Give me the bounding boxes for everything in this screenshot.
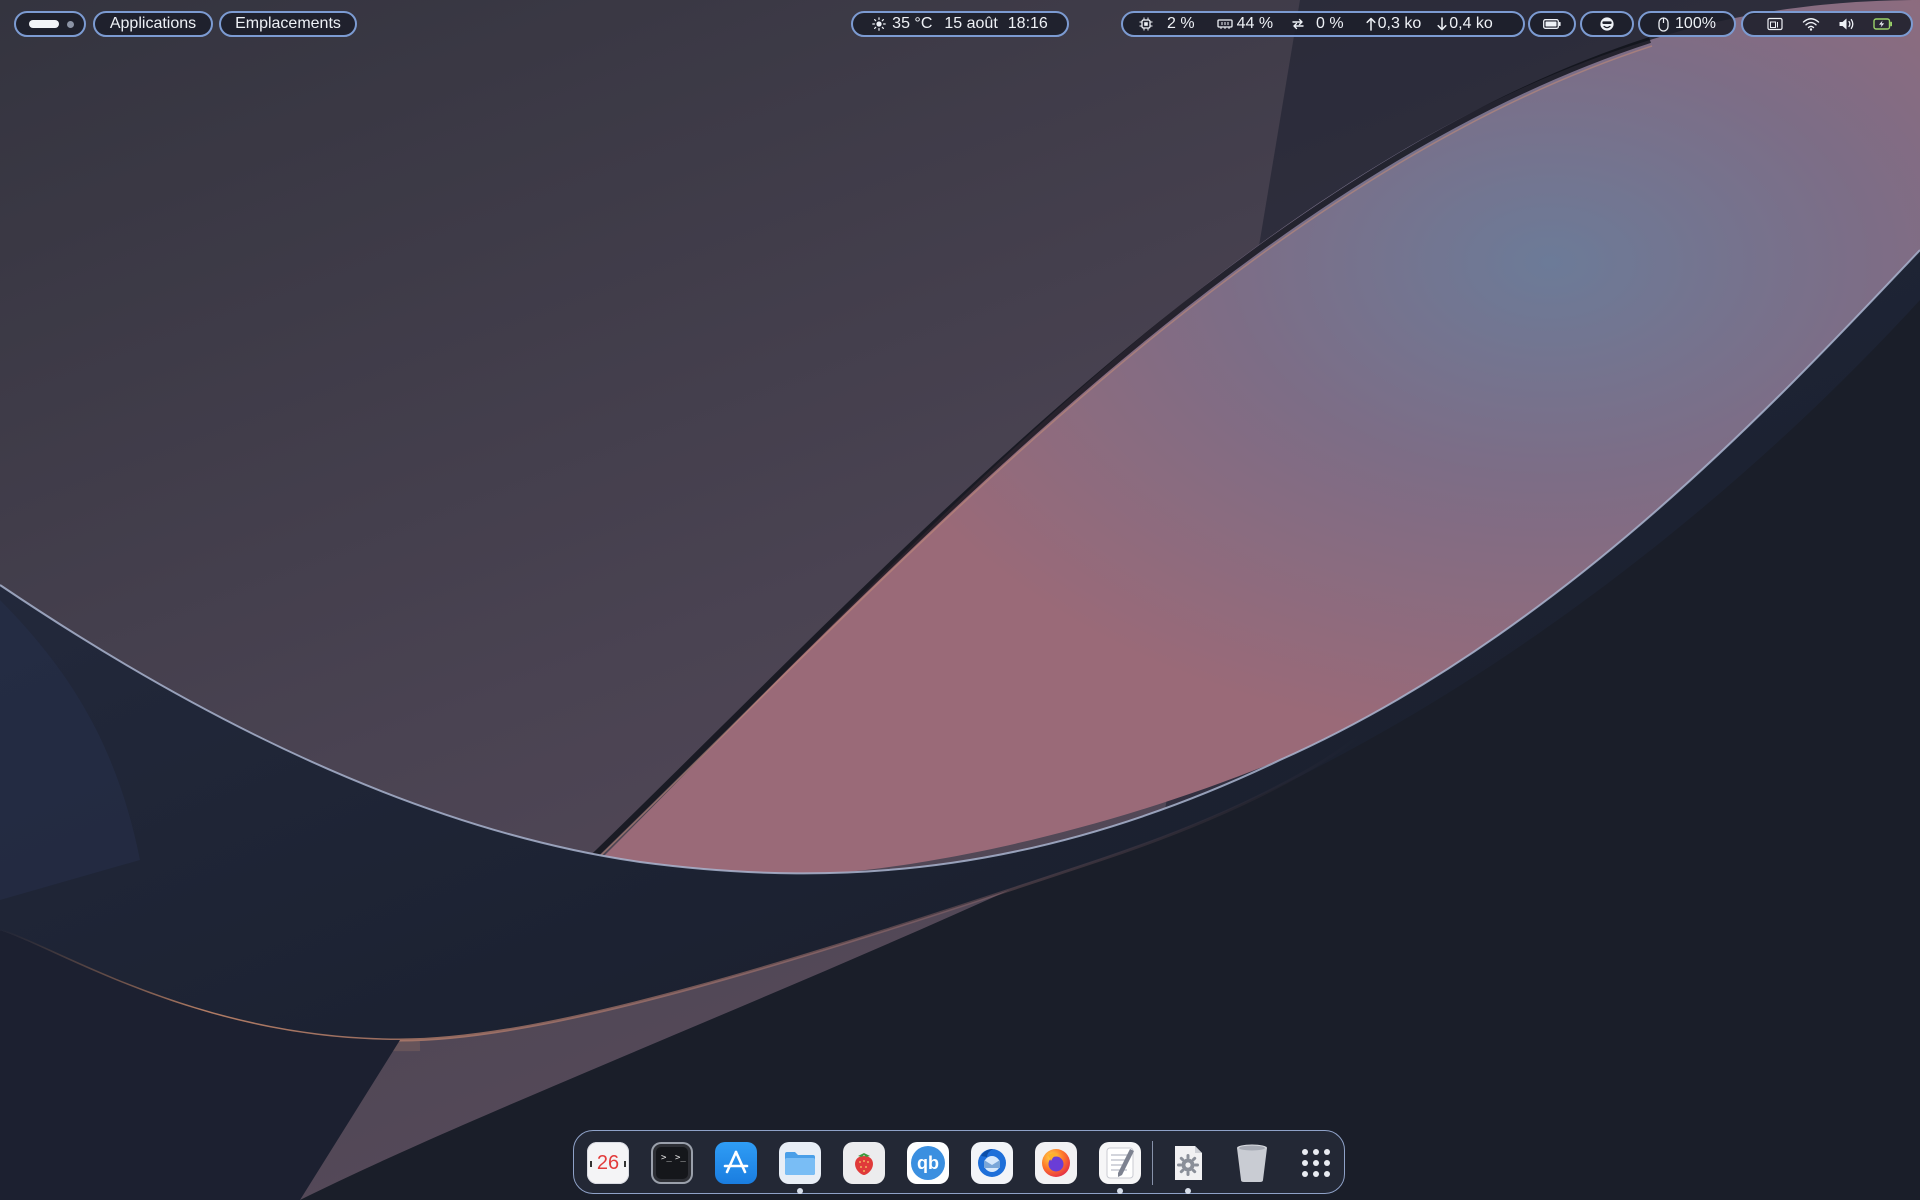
app-store-icon [715,1142,757,1184]
svg-text:>_: >_ [661,1153,672,1163]
memory-icon [1216,18,1233,30]
weather-temperature: 35 °C [892,15,933,32]
swap-usage: 0 % [1316,15,1344,32]
calendar-day: 26 [596,1151,620,1174]
running-indicator [1185,1188,1191,1194]
dock-item-text-editor[interactable] [1098,1141,1142,1194]
face-icon [1599,16,1615,32]
dock-item-firefox[interactable] [1034,1141,1078,1185]
mouse-icon [1658,16,1669,32]
firefox-icon [1035,1142,1077,1184]
workspace-indicator[interactable] [14,11,86,37]
desktop[interactable]: Applications Emplacements 35 °C 15 août … [0,0,1920,1200]
display-settings-icon [1757,11,1793,37]
workspace-inactive-indicator[interactable] [67,20,74,28]
svg-text:qb: qb [917,1153,939,1173]
swap-monitor: 0 % [1291,15,1344,33]
dock-item-settings[interactable] [1166,1141,1210,1194]
battery-indicator-button[interactable] [1528,11,1576,37]
network-download-speed: 0,4 ko [1449,15,1493,32]
system-monitor[interactable]: 2 % 44 % 0 % 0,3 ko 0,4 ko [1121,11,1525,37]
calendar-icon: 26 [587,1142,629,1184]
mouse-battery-indicator[interactable]: 100% [1638,11,1736,37]
dock-item-show-apps[interactable] [1294,1141,1338,1185]
dock-item-thunderbird[interactable] [970,1141,1014,1185]
cpu-usage: 2 % [1167,15,1195,32]
cpu-monitor: 2 % [1139,15,1195,33]
dock: 26 >_ >_ qb [573,1130,1345,1194]
system-menu-button[interactable] [1741,11,1913,37]
volume-icon [1829,11,1865,37]
swap-icon [1291,17,1305,31]
dock-item-strawberry[interactable] [842,1141,886,1185]
memory-monitor: 44 % [1216,15,1274,33]
network-upload-speed: 0,3 ko [1377,15,1422,32]
applications-menu-button[interactable]: Applications [93,11,213,37]
places-menu-label: Emplacements [235,15,341,32]
clock-time: 18:16 [1007,15,1048,32]
text-editor-icon [1099,1142,1141,1184]
network-upload-monitor: 0,3 ko [1366,15,1422,33]
dock-item-qbittorrent[interactable]: qb [906,1141,950,1185]
settings-icon [1167,1142,1209,1184]
strawberry-icon [843,1142,885,1184]
wallpaper [0,0,1920,1200]
battery-charging-icon [1865,11,1901,37]
cpu-icon [1139,17,1153,31]
dock-separator [1152,1141,1153,1185]
places-menu-button[interactable]: Emplacements [219,11,357,37]
trash-icon [1231,1142,1273,1184]
applications-menu-label: Applications [109,15,197,32]
app-grid-icon [1295,1142,1337,1184]
running-indicator [1117,1188,1123,1194]
svg-text:>_: >_ [675,1153,686,1163]
mouse-battery-level: 100% [1675,15,1716,32]
arrow-up-icon [1366,17,1376,31]
thunderbird-icon [971,1142,1013,1184]
memory-usage: 44 % [1236,15,1274,32]
dock-item-terminal[interactable]: >_ >_ [650,1141,694,1185]
sun-icon [872,17,886,31]
folder-icon [779,1142,821,1184]
wifi-icon [1793,11,1829,37]
battery-icon [1543,19,1561,29]
network-download-monitor: 0,4 ko [1437,15,1493,33]
dock-item-trash[interactable] [1230,1141,1274,1185]
datetime-weather-button[interactable]: 35 °C 15 août 18:16 [851,11,1069,37]
arrow-down-icon [1437,17,1447,31]
terminal-icon: >_ >_ [651,1142,693,1184]
qbittorrent-icon: qb [907,1142,949,1184]
dock-item-files[interactable] [778,1141,822,1194]
running-indicator [797,1188,803,1194]
workspace-active-indicator[interactable] [29,20,59,28]
date-label: 15 août [944,15,998,32]
dock-item-calendar[interactable]: 26 [586,1141,630,1185]
emoji-picker-button[interactable] [1580,11,1634,37]
dock-item-app-store[interactable] [714,1141,758,1185]
